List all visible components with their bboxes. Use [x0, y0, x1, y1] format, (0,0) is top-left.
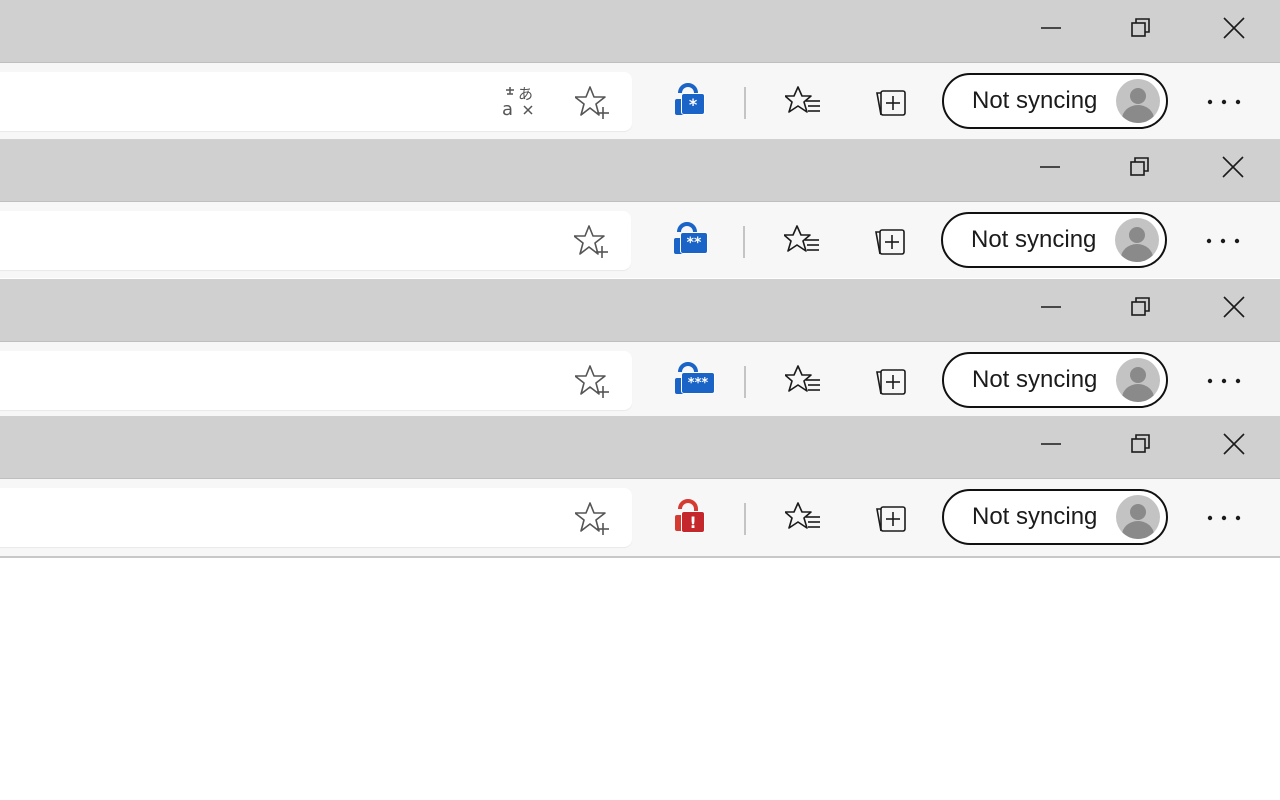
settings-more-button[interactable] [1199, 217, 1247, 265]
favorites-button[interactable] [779, 494, 827, 542]
password-warning-badge: ! [681, 511, 705, 533]
more-icon [1207, 99, 1241, 105]
toolbar-divider [744, 87, 746, 119]
star-plus-icon [575, 502, 609, 535]
restore-icon [1131, 434, 1150, 453]
close-icon [1223, 433, 1245, 455]
browser-toolbar: ! Not syncing [0, 478, 1280, 558]
collections-icon [876, 506, 906, 532]
settings-more-button[interactable] [1200, 494, 1248, 542]
title-bar [0, 0, 1280, 62]
favorites-icon [785, 502, 820, 529]
collections-button[interactable] [867, 217, 915, 265]
collections-button[interactable] [868, 357, 916, 405]
profile-button[interactable]: Not syncing [942, 73, 1168, 129]
favorites-icon [785, 86, 820, 113]
password-manager-button[interactable]: ** [666, 216, 714, 264]
password-manager-button[interactable]: ! [667, 493, 715, 541]
add-favorite-button[interactable] [568, 494, 616, 542]
collections-icon [876, 90, 906, 116]
favorites-button[interactable] [778, 217, 826, 265]
avatar-icon [1116, 495, 1160, 539]
minimize-icon [1041, 27, 1061, 29]
profile-button[interactable]: Not syncing [942, 352, 1168, 408]
collections-button[interactable] [868, 78, 916, 126]
translate-button[interactable]: a あ [496, 78, 544, 126]
address-bar[interactable] [0, 351, 632, 410]
avatar-icon [1116, 79, 1160, 123]
password-manager-button[interactable]: *** [667, 356, 715, 404]
profile-status-label: Not syncing [971, 226, 1097, 253]
restore-icon [1130, 157, 1149, 176]
restore-button[interactable] [1105, 139, 1175, 195]
favorites-button[interactable] [779, 357, 827, 405]
add-favorite-button[interactable] [567, 217, 615, 265]
password-badge: *** [681, 372, 715, 394]
close-button[interactable] [1199, 416, 1269, 472]
translate-icon: a あ [502, 85, 533, 120]
profile-status-label: Not syncing [972, 87, 1098, 114]
more-icon [1207, 378, 1241, 384]
add-favorite-button[interactable] [568, 357, 616, 405]
minimize-icon [1041, 306, 1061, 308]
favorites-button[interactable] [779, 78, 827, 126]
star-plus-icon [574, 225, 608, 258]
svg-text:あ: あ [518, 85, 533, 103]
title-bar [0, 139, 1280, 201]
address-bar[interactable] [0, 211, 631, 270]
svg-text:a: a [502, 99, 513, 120]
close-icon [1223, 17, 1245, 39]
toolbar-divider [744, 503, 746, 535]
restore-icon [1131, 297, 1150, 316]
password-badge: ** [680, 232, 708, 254]
close-button[interactable] [1198, 139, 1268, 195]
restore-icon [1131, 18, 1150, 37]
password-badge: * [681, 93, 705, 115]
profile-button[interactable]: Not syncing [941, 212, 1167, 268]
star-plus-icon [575, 365, 609, 398]
toolbar-divider [743, 226, 745, 258]
more-icon [1207, 515, 1241, 521]
restore-button[interactable] [1106, 279, 1176, 335]
settings-more-button[interactable] [1200, 78, 1248, 126]
settings-more-button[interactable] [1200, 357, 1248, 405]
minimize-button[interactable] [1015, 139, 1085, 195]
browser-toolbar: *** Not syncing [0, 341, 1280, 418]
toolbar-divider [744, 366, 746, 398]
title-bar [0, 279, 1280, 341]
profile-status-label: Not syncing [972, 503, 1098, 530]
collections-icon [876, 369, 906, 395]
title-bar [0, 416, 1280, 478]
minimize-button[interactable] [1016, 416, 1086, 472]
add-favorite-button[interactable] [568, 78, 616, 126]
profile-button[interactable]: Not syncing [942, 489, 1168, 545]
favorites-icon [785, 365, 820, 392]
close-button[interactable] [1199, 279, 1269, 335]
avatar-icon [1116, 358, 1160, 402]
browser-toolbar: a あ * Not syncing [0, 62, 1280, 139]
close-button[interactable] [1199, 0, 1269, 56]
profile-status-label: Not syncing [972, 366, 1098, 393]
star-plus-icon [575, 86, 609, 119]
restore-button[interactable] [1106, 0, 1176, 56]
favorites-icon [784, 225, 819, 252]
minimize-button[interactable] [1016, 279, 1086, 335]
minimize-icon [1040, 166, 1060, 168]
password-manager-button[interactable]: * [667, 77, 715, 125]
close-icon [1223, 296, 1245, 318]
collections-button[interactable] [868, 494, 916, 542]
address-bar[interactable] [0, 488, 632, 547]
minimize-icon [1041, 443, 1061, 445]
restore-button[interactable] [1106, 416, 1176, 472]
avatar-icon [1115, 218, 1159, 262]
minimize-button[interactable] [1016, 0, 1086, 56]
collections-icon [875, 229, 905, 255]
close-icon [1222, 156, 1244, 178]
browser-toolbar: ** Not syncing [0, 201, 1280, 278]
more-icon [1206, 238, 1240, 244]
